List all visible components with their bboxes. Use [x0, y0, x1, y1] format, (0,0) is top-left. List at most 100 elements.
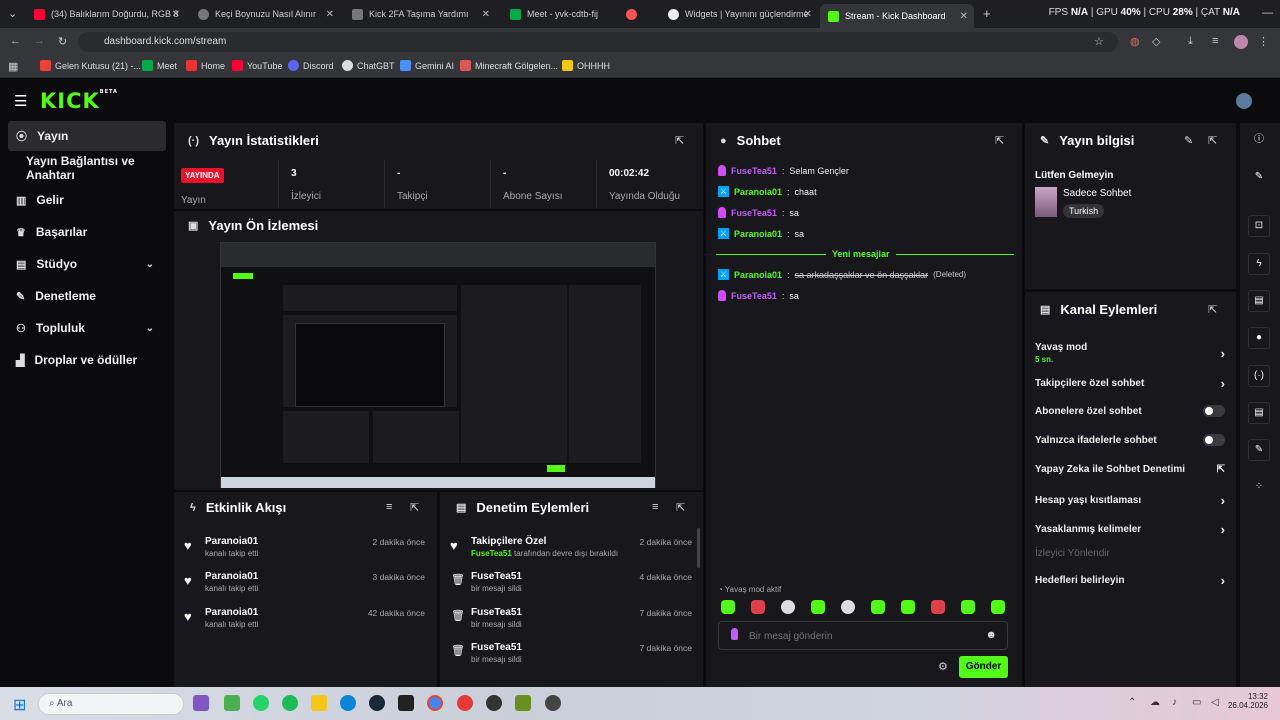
- widgets-app-icon[interactable]: [224, 695, 240, 711]
- app-icon[interactable]: [545, 695, 561, 711]
- browser-tab-5[interactable]: Widgets | Yayınını güçlendirme ✕: [660, 4, 818, 24]
- emote-icon[interactable]: [931, 600, 945, 614]
- bookmark-gmail[interactable]: Gelen Kutusu (21) -...: [40, 60, 141, 71]
- emote-icon[interactable]: [721, 600, 735, 614]
- nav-item-topluluk[interactable]: ⚇ Topluluk ⌄: [8, 313, 166, 343]
- user-avatar[interactable]: [1236, 93, 1252, 109]
- wrench-icon[interactable]: ✎: [1248, 439, 1270, 461]
- filter-icon[interactable]: ≡: [652, 501, 658, 513]
- close-tab-icon[interactable]: ✕: [482, 9, 490, 20]
- popout-icon[interactable]: ⇱: [676, 501, 685, 514]
- emote-icon[interactable]: [871, 600, 885, 614]
- nav-item-basarilar[interactable]: ♛ Başarılar: [8, 217, 166, 247]
- action-ai-moderation[interactable]: Yapay Zeka ile Sohbet Denetimi ⇱: [1035, 464, 1225, 475]
- close-tab-icon[interactable]: ✕: [172, 9, 180, 20]
- hamburger-menu-icon[interactable]: ☰: [14, 92, 27, 110]
- bookmark-meet[interactable]: Meet: [142, 60, 177, 71]
- nav-item-stream-key[interactable]: Yayın Bağlantısı ve Anahtarı: [8, 153, 166, 183]
- nav-item-gelir[interactable]: ▥ Gelir: [8, 185, 166, 215]
- extension-icon[interactable]: ◍: [1130, 35, 1140, 48]
- lightning-icon[interactable]: ϟ: [1248, 253, 1270, 275]
- network-icon[interactable]: ▭: [1192, 697, 1201, 708]
- emoji-icon[interactable]: ☻: [985, 629, 997, 641]
- chat-message[interactable]: FuseTea51: Selam Gençler: [718, 165, 849, 176]
- minecraft-icon[interactable]: [515, 695, 531, 711]
- chat-bubble-icon[interactable]: ●: [1248, 327, 1270, 349]
- chat-input-box[interactable]: ☻: [718, 621, 1008, 650]
- steam-icon[interactable]: [369, 695, 385, 711]
- bookmark-discord[interactable]: Discord: [288, 60, 334, 71]
- emote-icon[interactable]: [961, 600, 975, 614]
- popout-icon[interactable]: ⇱: [1208, 134, 1217, 147]
- emote-icon[interactable]: [841, 600, 855, 614]
- bookmark-ohhhh[interactable]: OHHHH: [562, 60, 610, 71]
- bookmark-home[interactable]: Home: [186, 60, 225, 71]
- media-control-icon[interactable]: ≡: [1212, 35, 1218, 47]
- profile-avatar[interactable]: [1234, 35, 1248, 49]
- file-explorer-icon[interactable]: [311, 695, 327, 711]
- nav-item-studyo[interactable]: ▤ Stüdyo ⌄: [8, 249, 166, 279]
- widgets-icon[interactable]: ⁘: [1248, 477, 1270, 499]
- chat-message-input[interactable]: [749, 626, 969, 646]
- chat-message[interactable]: ⚔ Paranoia01: chaat: [718, 186, 817, 197]
- emote-icon[interactable]: [811, 600, 825, 614]
- app-red-icon[interactable]: [457, 695, 473, 711]
- action-emotes-only[interactable]: Yalnızca ifadelerle sohbet: [1035, 434, 1225, 446]
- action-account-age[interactable]: Hesap yaşı kısıtlaması ›: [1035, 493, 1225, 508]
- epic-games-icon[interactable]: [398, 695, 414, 711]
- scrollbar[interactable]: [697, 528, 700, 568]
- new-tab-button[interactable]: +: [983, 6, 991, 21]
- popout-icon[interactable]: ⇱: [675, 134, 684, 147]
- emote-icon[interactable]: [901, 600, 915, 614]
- nav-item-droplar[interactable]: ▟ Droplar ve ödüller: [8, 345, 166, 375]
- bookmark-gemini[interactable]: Gemini AI: [400, 60, 454, 71]
- forward-arrow-icon[interactable]: →: [34, 35, 45, 47]
- browser-tab-1[interactable]: (34) Balıklarım Doğurdu, RGB 8 ✕: [26, 4, 186, 24]
- tray-chevron-up-icon[interactable]: ⌃: [1128, 697, 1136, 708]
- bookmark-youtube[interactable]: YouTube: [232, 60, 282, 71]
- windows-start-icon[interactable]: ⊞: [13, 695, 26, 715]
- close-tab-icon[interactable]: ✕: [960, 11, 968, 22]
- filter-icon[interactable]: ≡: [386, 501, 392, 513]
- emotes-only-toggle[interactable]: [1203, 434, 1225, 446]
- taskbar-clock[interactable]: 13:32 26.04.2026: [1224, 692, 1268, 710]
- chat-settings-gear-icon[interactable]: ⚙: [938, 660, 948, 673]
- chat-message[interactable]: FuseTea51: sa: [718, 207, 799, 218]
- popout-icon[interactable]: ⇱: [995, 134, 1004, 147]
- chat-message[interactable]: ⚔ Paranoia01: sa: [718, 228, 804, 239]
- mic-icon[interactable]: ♪: [1172, 697, 1177, 708]
- volume-icon[interactable]: ◁: [1211, 697, 1219, 708]
- action-banned-words[interactable]: Yasaklanmış kelimeler ›: [1035, 522, 1225, 537]
- bookmark-star-icon[interactable]: ☆: [1094, 35, 1104, 48]
- reload-icon[interactable]: ↻: [58, 35, 67, 48]
- popout-icon[interactable]: ⇱: [1208, 303, 1217, 316]
- edit-pencil-icon[interactable]: ✎: [1248, 167, 1270, 189]
- stream-preview-video[interactable]: [220, 242, 656, 488]
- browser-tab-2[interactable]: Keçi Boynuzu Nasıl Alınır ✕: [190, 4, 340, 24]
- apps-grid-icon[interactable]: ▦: [8, 60, 18, 73]
- chat-message-deleted[interactable]: ⚔ Paranoia01: sa arkadaşşaklar ve ön daşşa…: [718, 269, 966, 280]
- chrome-icon[interactable]: [427, 695, 443, 711]
- actions-icon[interactable]: ▤: [1248, 402, 1270, 424]
- cloud-icon[interactable]: ☁: [1150, 697, 1160, 708]
- popout-icon[interactable]: ⇱: [410, 501, 419, 514]
- menu-kebab-icon[interactable]: ⋮: [1258, 35, 1269, 48]
- chat-message[interactable]: FuseTea51: sa: [718, 290, 799, 301]
- whatsapp-icon[interactable]: [253, 695, 269, 711]
- edit-pencil-icon[interactable]: ✎: [1184, 134, 1193, 147]
- log-icon[interactable]: ▤: [1248, 290, 1270, 312]
- action-subscribers-only[interactable]: Abonelere özel sohbet: [1035, 405, 1225, 417]
- close-tab-icon[interactable]: ✕: [804, 9, 812, 20]
- action-slow-mode[interactable]: Yavaş mod 5 sn. ›: [1035, 342, 1225, 364]
- nav-item-denetleme[interactable]: ✎ Denetleme: [8, 281, 166, 311]
- bookmark-minecraft[interactable]: Minecraft Gölgelen...: [460, 60, 558, 71]
- action-set-goals[interactable]: Hedefleri belirleyin ›: [1035, 573, 1225, 588]
- spotify-icon[interactable]: [282, 695, 298, 711]
- browser-tab-4[interactable]: Meet - yvk-cdtb-fij: [502, 4, 656, 24]
- close-tab-icon[interactable]: ✕: [326, 9, 334, 20]
- download-icon[interactable]: ⤓: [1188, 35, 1193, 48]
- browser-tab-3[interactable]: Kick 2FA Taşıma Yardımı ✕: [344, 4, 496, 24]
- bookmark-chatgpt[interactable]: ChatGBT: [342, 60, 395, 71]
- obs-icon[interactable]: [486, 695, 502, 711]
- info-icon[interactable]: ⓘ: [1248, 130, 1270, 152]
